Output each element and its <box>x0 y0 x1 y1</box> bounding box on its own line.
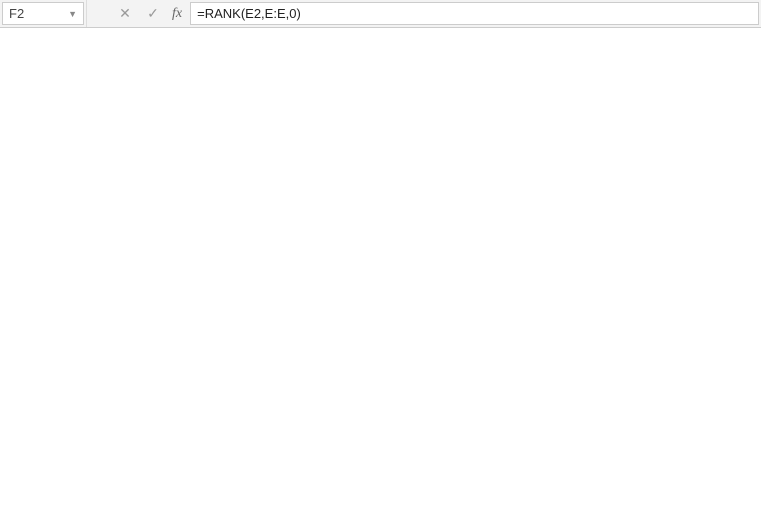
confirm-icon[interactable]: ✓ <box>144 5 162 22</box>
cancel-icon[interactable]: ✕ <box>116 5 134 22</box>
formula-buttons: ✕ ✓ fx <box>108 0 190 27</box>
name-box-value: F2 <box>9 6 24 21</box>
fx-icon[interactable]: fx <box>172 6 182 22</box>
formula-bar: F2 ▼ ✕ ✓ fx =RANK(E2,E:E,0) <box>0 0 761 28</box>
formula-input[interactable]: =RANK(E2,E:E,0) <box>190 2 759 25</box>
chevron-down-icon[interactable]: ▼ <box>68 9 77 19</box>
name-box[interactable]: F2 ▼ <box>2 2 84 25</box>
formula-text: =RANK(E2,E:E,0) <box>197 6 301 21</box>
